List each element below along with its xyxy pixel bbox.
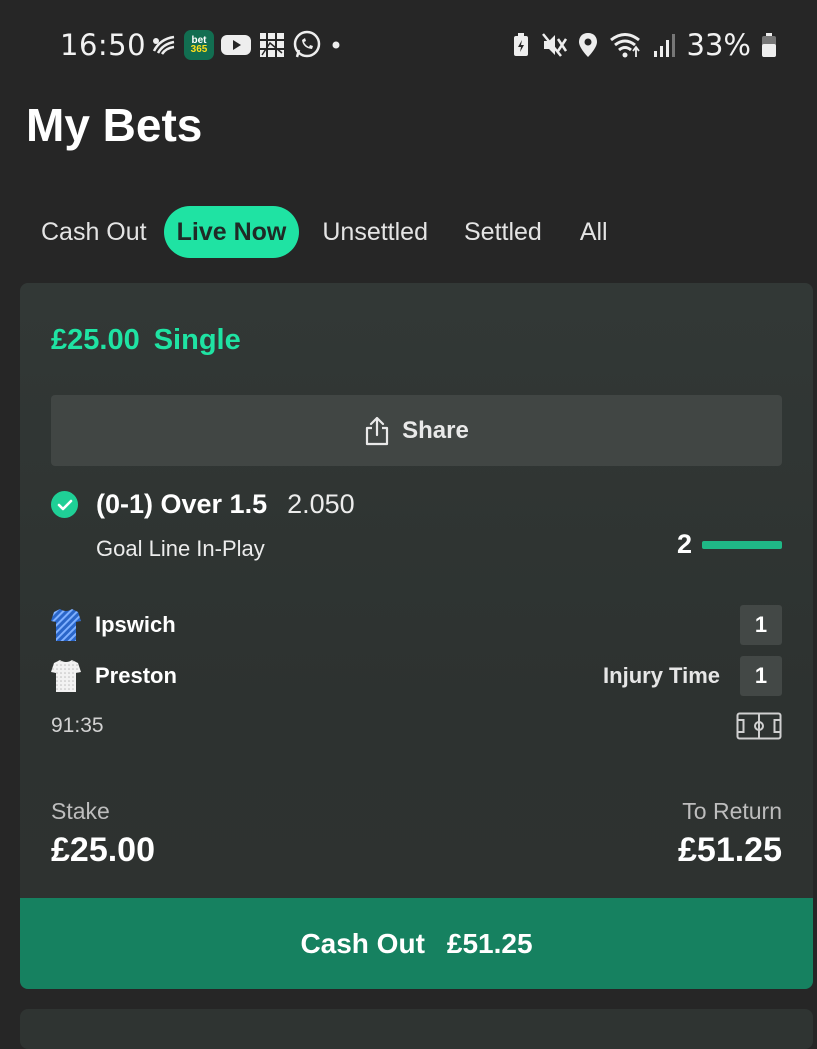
photos-icon: [260, 33, 284, 57]
pitch-icon[interactable]: [736, 712, 782, 740]
location-icon: [578, 33, 597, 57]
next-bet-card: [20, 1009, 813, 1049]
check-circle-icon: [51, 491, 78, 518]
page-title: My Bets: [26, 99, 203, 151]
more-dot-icon: [332, 41, 340, 49]
bet-stake-heading: £25.00: [51, 324, 140, 356]
share-icon: [366, 416, 389, 445]
wifi-icon: [609, 33, 640, 58]
mute-icon: [541, 33, 567, 57]
cash-out-value: £51.25: [446, 927, 533, 959]
score-away: 1: [740, 656, 782, 696]
tab-live-now[interactable]: Live Now: [163, 206, 300, 258]
share-label: Share: [402, 416, 469, 444]
cash-out-label: Cash Out: [300, 927, 425, 959]
stake-value: £25.00: [51, 831, 155, 869]
goal-line-indicator: 2: [677, 529, 782, 560]
team-row-home: Ipswich 1: [51, 605, 782, 645]
tab-cash-out[interactable]: Cash Out: [28, 206, 160, 258]
stake-label: Stake: [51, 798, 110, 824]
team-name-away: Preston: [95, 663, 177, 688]
selection-row: (0-1) Over 1.5 2.050: [51, 489, 355, 520]
battery-saver-icon: [513, 33, 528, 56]
ipswich-kit-icon: [51, 609, 81, 641]
score-home: 1: [740, 605, 782, 645]
preston-kit-icon: [51, 660, 81, 692]
bet365-app-icon: bet 365: [184, 30, 214, 60]
match-status: Injury Time: [603, 663, 720, 688]
bet-card: £25.00 Single Share (0-1) Over 1.5 2.050 …: [20, 283, 813, 989]
tab-all[interactable]: All: [567, 206, 621, 258]
match-clock: 91:35: [51, 714, 104, 737]
to-return-value: £51.25: [678, 831, 782, 869]
share-button[interactable]: Share: [51, 395, 782, 466]
to-return-label: To Return: [682, 798, 782, 824]
market-name: Goal Line In-Play: [96, 536, 265, 561]
bet-heading: £25.00 Single: [51, 324, 241, 357]
status-time: 16:50: [60, 28, 147, 62]
whatsapp-icon: [293, 30, 321, 58]
team-row-away: Preston Injury Time 1: [51, 656, 782, 696]
tab-unsettled[interactable]: Unsettled: [309, 206, 441, 258]
status-bar: 16:50 bet 365 33%: [0, 0, 817, 92]
bet-filter-tabs: Cash Out Live Now Unsettled Settled All: [28, 206, 625, 258]
tab-settled[interactable]: Settled: [451, 206, 555, 258]
goal-line-count: 2: [676, 529, 692, 559]
goal-line-bar: [702, 540, 782, 549]
youtube-icon: [221, 35, 251, 55]
battery-icon: [762, 33, 776, 57]
selection-odds: 2.050: [287, 489, 355, 519]
cash-out-button[interactable]: Cash Out £51.25: [20, 898, 813, 989]
battery-percent: 33%: [686, 28, 751, 62]
team-name-home: Ipswich: [95, 612, 176, 637]
system-icons: 33%: [511, 28, 777, 62]
bet-type: Single: [153, 324, 241, 356]
gallery-cast-icon: [152, 35, 175, 55]
notification-icons: bet 365: [150, 30, 344, 60]
selection-name: (0-1) Over 1.5: [96, 489, 268, 519]
signal-icon: [653, 34, 675, 57]
bet365-badge-bottom: 365: [190, 44, 208, 55]
